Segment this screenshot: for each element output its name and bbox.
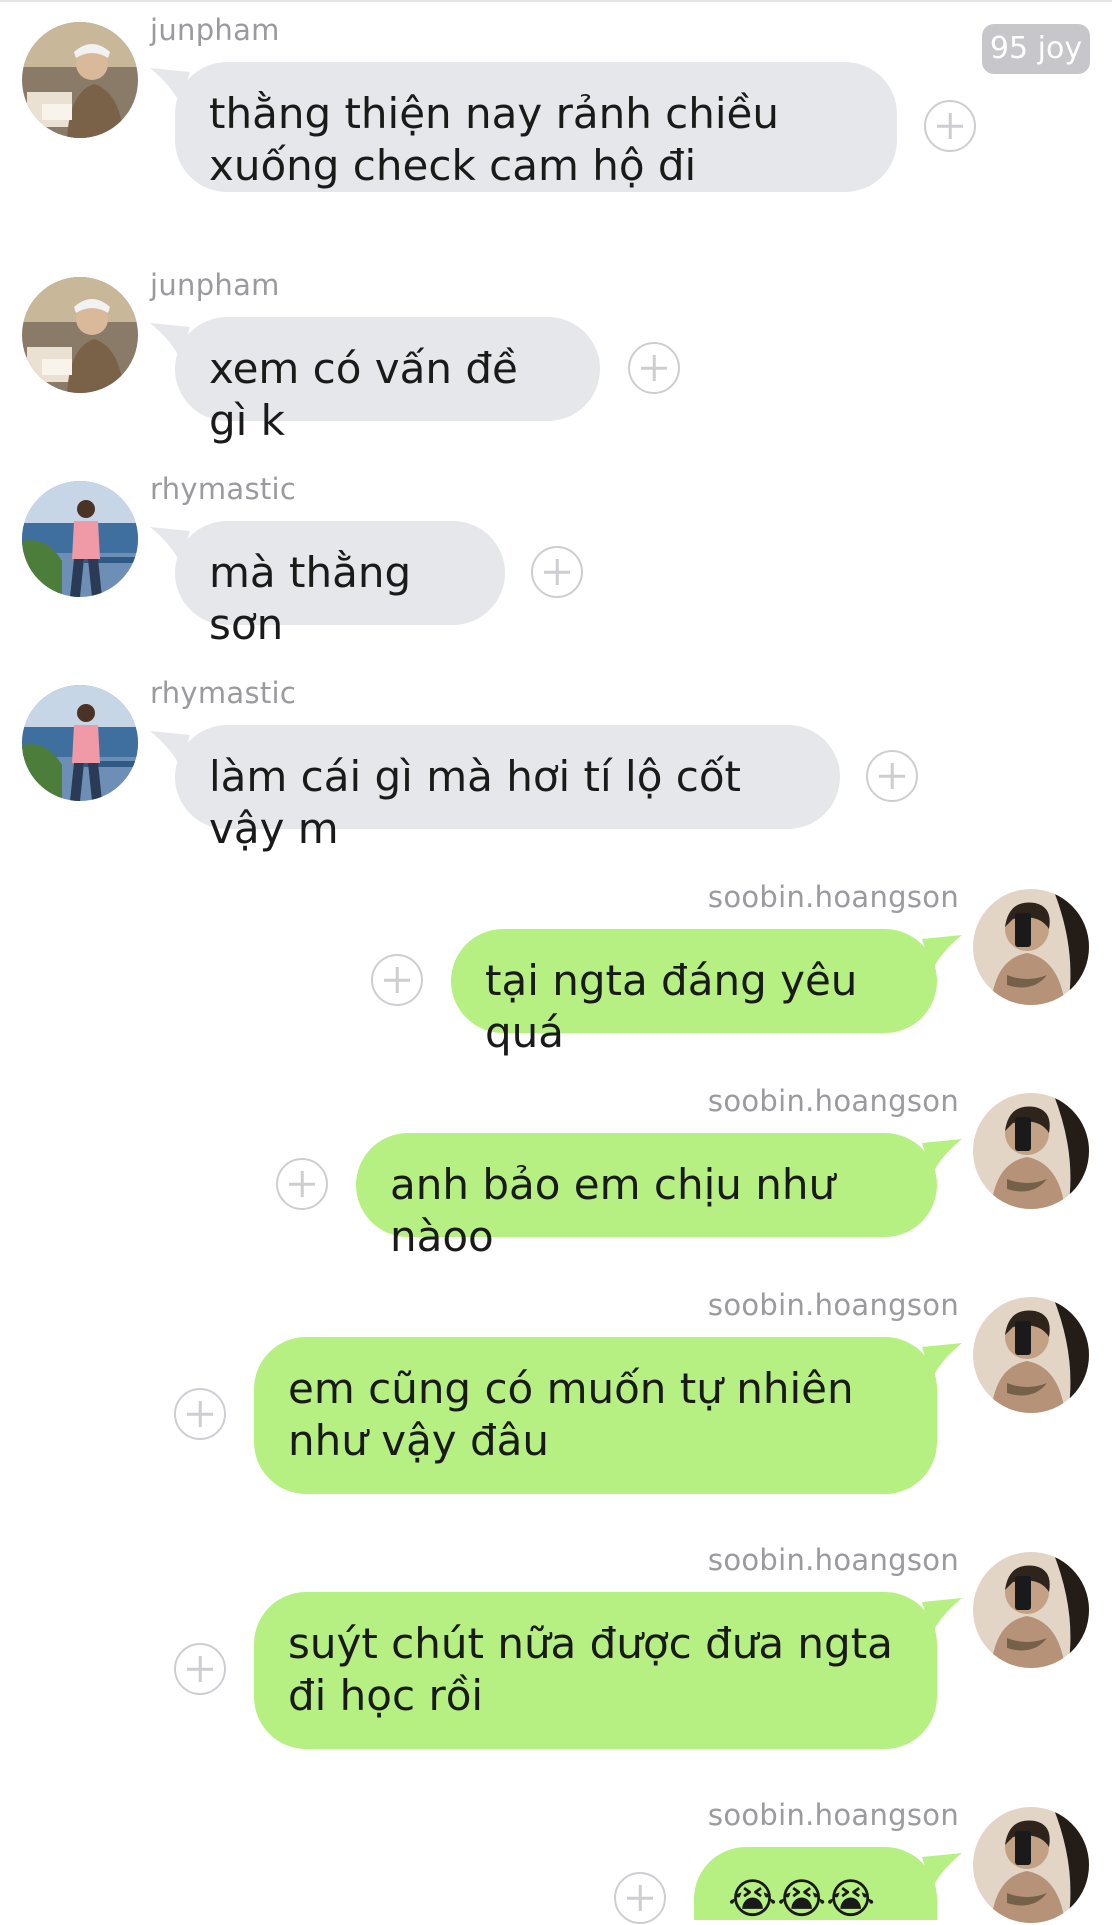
avatar[interactable]	[973, 1297, 1089, 1413]
plus-circle-icon[interactable]	[174, 1388, 226, 1440]
plus-circle-icon[interactable]	[276, 1158, 328, 1210]
username: soobin.hoangson	[707, 1084, 959, 1118]
plus-circle-icon[interactable]	[174, 1643, 226, 1695]
message-bubble[interactable]: 😭😭😭	[694, 1847, 937, 1923]
username: soobin.hoangson	[707, 1798, 959, 1832]
avatar[interactable]	[22, 685, 138, 801]
message-bubble[interactable]: em cũng có muốn tự nhiên như vậy đâu	[254, 1337, 937, 1494]
plus-circle-icon[interactable]	[924, 100, 976, 152]
avatar[interactable]	[22, 481, 138, 597]
plus-circle-icon[interactable]	[531, 546, 583, 598]
avatar[interactable]	[22, 22, 138, 138]
joy-count-badge[interactable]: 95 joy	[982, 24, 1090, 74]
plus-circle-icon[interactable]	[866, 750, 918, 802]
message-bubble[interactable]: mà thằng sơn	[175, 521, 505, 649]
username: junpham	[150, 13, 280, 47]
avatar[interactable]	[973, 1552, 1089, 1668]
plus-circle-icon[interactable]	[628, 342, 680, 394]
message-bubble[interactable]: thằng thiện nay rảnh chiều xuống check c…	[175, 62, 897, 192]
message-bubble[interactable]: anh bảo em chịu như nàoo	[356, 1133, 937, 1261]
message-bubble[interactable]: xem có vấn đề gì k	[175, 317, 600, 445]
avatar[interactable]	[973, 889, 1089, 1005]
username: soobin.hoangson	[707, 1288, 959, 1322]
username: rhymastic	[150, 676, 297, 710]
message-bubble[interactable]: suýt chút nữa được đưa ngta đi học rồi	[254, 1592, 937, 1749]
plus-circle-icon[interactable]	[614, 1872, 666, 1924]
username: rhymastic	[150, 472, 297, 506]
username: junpham	[150, 268, 280, 302]
plus-circle-icon[interactable]	[371, 954, 423, 1006]
top-divider	[0, 0, 1112, 2]
username: soobin.hoangson	[707, 880, 959, 914]
avatar[interactable]	[973, 1093, 1089, 1209]
avatar[interactable]	[22, 277, 138, 393]
message-bubble[interactable]: tại ngta đáng yêu quá	[451, 929, 937, 1057]
username: soobin.hoangson	[707, 1543, 959, 1577]
avatar[interactable]	[973, 1807, 1089, 1923]
message-bubble[interactable]: làm cái gì mà hơi tí lộ cốt vậy m	[175, 725, 840, 853]
